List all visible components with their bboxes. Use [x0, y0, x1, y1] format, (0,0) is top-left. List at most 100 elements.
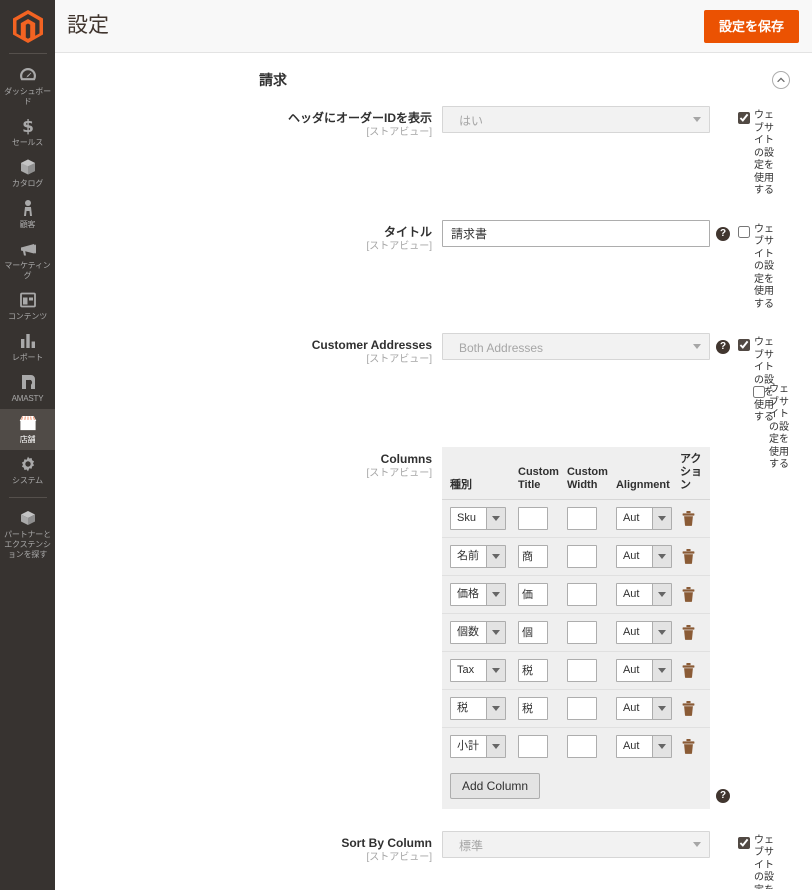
inherit-checkbox[interactable] [753, 386, 765, 398]
select-box[interactable]: 標準 [442, 830, 710, 858]
column-custom-title-input[interactable] [518, 658, 549, 682]
delete-row-button[interactable] [680, 738, 695, 754]
cell-alignment: Aut [611, 613, 676, 652]
column-custom-title-input[interactable] [518, 734, 549, 758]
sidebar-item-stores[interactable]: 店舗 [0, 409, 55, 450]
column-type-select[interactable]: 価格 [450, 582, 506, 606]
table-row: 個数 Aut [442, 613, 710, 652]
add-column-button[interactable]: Add Column [450, 772, 541, 799]
column-alignment-select[interactable]: Aut [615, 544, 672, 568]
delete-row-button[interactable] [680, 624, 695, 640]
column-alignment-select[interactable]: Aut [615, 696, 672, 720]
field-label-text: Customer Addresses [311, 338, 432, 352]
column-custom-title-input[interactable] [518, 582, 549, 606]
help-icon[interactable]: ? [716, 340, 730, 354]
sidebar-item-system[interactable]: システム [0, 450, 55, 491]
delete-row-button[interactable] [680, 700, 695, 716]
column-custom-width-input[interactable] [566, 620, 597, 644]
sidebar-item-catalog[interactable]: カタログ [0, 153, 55, 194]
column-type-select[interactable]: 税 [450, 696, 506, 720]
svg-text:$: $ [22, 117, 34, 136]
sidebar-item-label: ダッシュボード [4, 87, 51, 106]
sidebar-item-marketing[interactable]: マーケティング [0, 235, 55, 286]
columns-table: 種別 Custom Title Custom Width Alignment ア… [442, 446, 710, 809]
column-type-select[interactable]: Tax [450, 658, 506, 682]
chevron-down-icon [486, 735, 505, 757]
field-scope-text: [ストアビュー] [366, 467, 432, 479]
cell-type: Tax [442, 651, 515, 690]
field-label: Sort By Column [ストアビュー] [55, 831, 442, 865]
column-custom-width-input[interactable] [566, 506, 597, 530]
cell-custom-title [514, 537, 563, 576]
inherit-checkbox[interactable] [738, 836, 750, 849]
field-columns: Columns [ストアビュー] 種別 Custom Title Custom … [55, 384, 812, 817]
sidebar-divider-bottom [8, 497, 47, 498]
inherit-checkbox[interactable] [738, 339, 750, 351]
inherit-checkbox[interactable] [738, 225, 750, 238]
sidebar-item-content[interactable]: コンテンツ [0, 286, 55, 327]
sidebar-item-sales[interactable]: $ セールス [0, 112, 55, 153]
select-box[interactable]: Both Addresses [442, 333, 710, 360]
column-alignment-select[interactable]: Aut [615, 658, 672, 682]
column-alignment-select[interactable]: Aut [615, 582, 672, 606]
column-custom-title-input[interactable] [518, 620, 549, 644]
cell-alignment: Aut [611, 499, 676, 538]
cell-custom-title [514, 499, 563, 538]
select-value: Both Addresses [459, 340, 544, 355]
column-alignment-select[interactable]: Aut [615, 506, 672, 530]
column-custom-width-input[interactable] [566, 696, 597, 720]
customer-addresses-select[interactable]: Both Addresses [442, 333, 710, 360]
magento-logo[interactable] [0, 0, 55, 53]
column-type-select[interactable]: 個数 [450, 620, 506, 644]
field-order-id-header: ヘッダにオーダーIDを表示 [ストアビュー] はい ウェブサイトの設定を使用する [55, 106, 812, 220]
column-custom-width-input[interactable] [566, 582, 597, 606]
chevron-down-icon [486, 659, 505, 681]
field-label: Customer Addresses [ストアビュー] [55, 333, 442, 367]
column-type-select[interactable]: 名前 [450, 544, 506, 568]
help-icon[interactable]: ? [716, 788, 730, 803]
column-alignment-select[interactable]: Aut [615, 620, 672, 644]
delete-row-button[interactable] [680, 548, 695, 564]
sort-by-column-select[interactable]: 標準 [442, 830, 710, 858]
select-value: 標準 [459, 838, 484, 853]
columns-table-body: Sku Aut 名前 Aut 価格 Aut 個数 Aut Tax Aut 税 Aut 小計 Aut [442, 499, 710, 765]
cell-actions [675, 727, 710, 765]
column-custom-width-input[interactable] [566, 658, 597, 682]
inherit-group: ウェブサイトの設定を使用する [738, 109, 784, 198]
sidebar-item-label: セールス [11, 138, 44, 147]
column-type-select[interactable]: 小計 [450, 734, 506, 758]
chevron-up-circle-icon[interactable] [772, 71, 790, 89]
column-alignment-value: Aut [622, 625, 640, 638]
sidebar-item-reports[interactable]: レポート [0, 327, 55, 368]
sidebar-item-label: 店舗 [19, 435, 36, 444]
column-alignment-select[interactable]: Aut [615, 734, 672, 758]
column-custom-title-input[interactable] [518, 696, 549, 720]
title-input[interactable] [442, 219, 710, 247]
column-type-value: 税 [457, 701, 468, 714]
sidebar-item-dashboard[interactable]: ダッシュボード [0, 61, 55, 112]
sidebar-divider-top [8, 53, 47, 54]
save-config-button[interactable]: 設定を保存 [703, 9, 799, 43]
column-custom-width-input[interactable] [566, 734, 597, 758]
inherit-checkbox[interactable] [738, 112, 750, 124]
cell-type: 小計 [442, 727, 515, 765]
field-label: Columns [ストアビュー] [55, 447, 442, 481]
page-header: 設定 設定を保存 [55, 0, 812, 53]
select-box[interactable]: はい [442, 106, 710, 133]
sidebar-item-customers[interactable]: 顧客 [0, 194, 55, 235]
delete-row-button[interactable] [680, 662, 695, 678]
delete-row-button[interactable] [680, 586, 695, 602]
column-custom-width-input[interactable] [566, 544, 597, 568]
help-icon[interactable]: ? [716, 226, 730, 241]
delete-row-button[interactable] [680, 510, 695, 526]
column-type-select[interactable]: Sku [450, 506, 506, 530]
sidebar-item-amasty[interactable]: AMASTY [0, 368, 55, 409]
column-custom-title-input[interactable] [518, 544, 549, 568]
cell-type: Sku [442, 499, 515, 538]
field-after: ウェブサイトの設定を使用する [710, 106, 784, 198]
cell-actions [675, 575, 710, 614]
sidebar-item-find-partners[interactable]: パートナーとエクステンションを探す [0, 504, 55, 565]
section-header[interactable]: 請求 [55, 53, 812, 106]
column-custom-title-input[interactable] [518, 506, 549, 530]
order-id-header-select[interactable]: はい [442, 106, 710, 133]
